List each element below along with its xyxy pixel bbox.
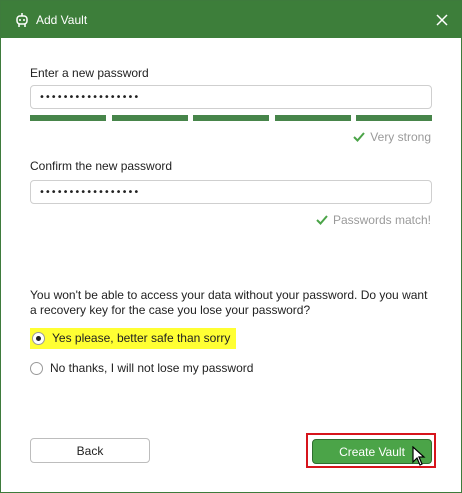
strength-segment (30, 115, 106, 121)
title-bar: Add Vault (1, 1, 461, 38)
dialog-content: Enter a new password ••••••••••••••••• V… (1, 38, 461, 492)
strength-status: Very strong (353, 130, 431, 144)
radio-button[interactable] (32, 331, 45, 345)
radio-label: Yes please, better safe than sorry (52, 331, 231, 345)
radio-selected-dot (36, 335, 41, 341)
mouse-cursor-icon (412, 446, 426, 466)
match-text: Passwords match! (332, 213, 431, 227)
highlight-marker: Yes please, better safe than sorry (30, 328, 237, 349)
close-button[interactable] (431, 9, 453, 31)
password-label: Enter a new password (30, 66, 149, 80)
match-status: Passwords match! (316, 213, 431, 227)
strength-segment (356, 115, 432, 121)
recovery-info-text: You won't be able to access your data wi… (30, 288, 428, 317)
strength-segment (274, 115, 351, 121)
back-button[interactable]: Back (30, 438, 150, 463)
radio-label: No thanks, I will not lose my password (50, 361, 254, 375)
check-icon (353, 132, 366, 142)
add-vault-dialog: Add Vault Enter a new password •••••••••… (0, 0, 462, 493)
cryptomator-bot-icon (16, 13, 28, 27)
check-icon (316, 215, 328, 225)
new-password-field[interactable]: ••••••••••••••••• (30, 85, 432, 109)
radio-button[interactable] (30, 361, 43, 375)
strength-segment (193, 115, 269, 121)
window-title: Add Vault (36, 13, 88, 27)
confirm-password-field[interactable]: ••••••••••••••••• (30, 180, 432, 204)
close-icon (436, 14, 448, 26)
confirm-label: Confirm the new password (30, 159, 173, 173)
recovery-option-no[interactable]: No thanks, I will not lose my password (30, 361, 253, 375)
recovery-option-yes[interactable]: Yes please, better safe than sorry (30, 328, 237, 349)
strength-text: Very strong (370, 130, 431, 144)
password-strength-meter (30, 115, 432, 121)
strength-segment (111, 115, 188, 121)
